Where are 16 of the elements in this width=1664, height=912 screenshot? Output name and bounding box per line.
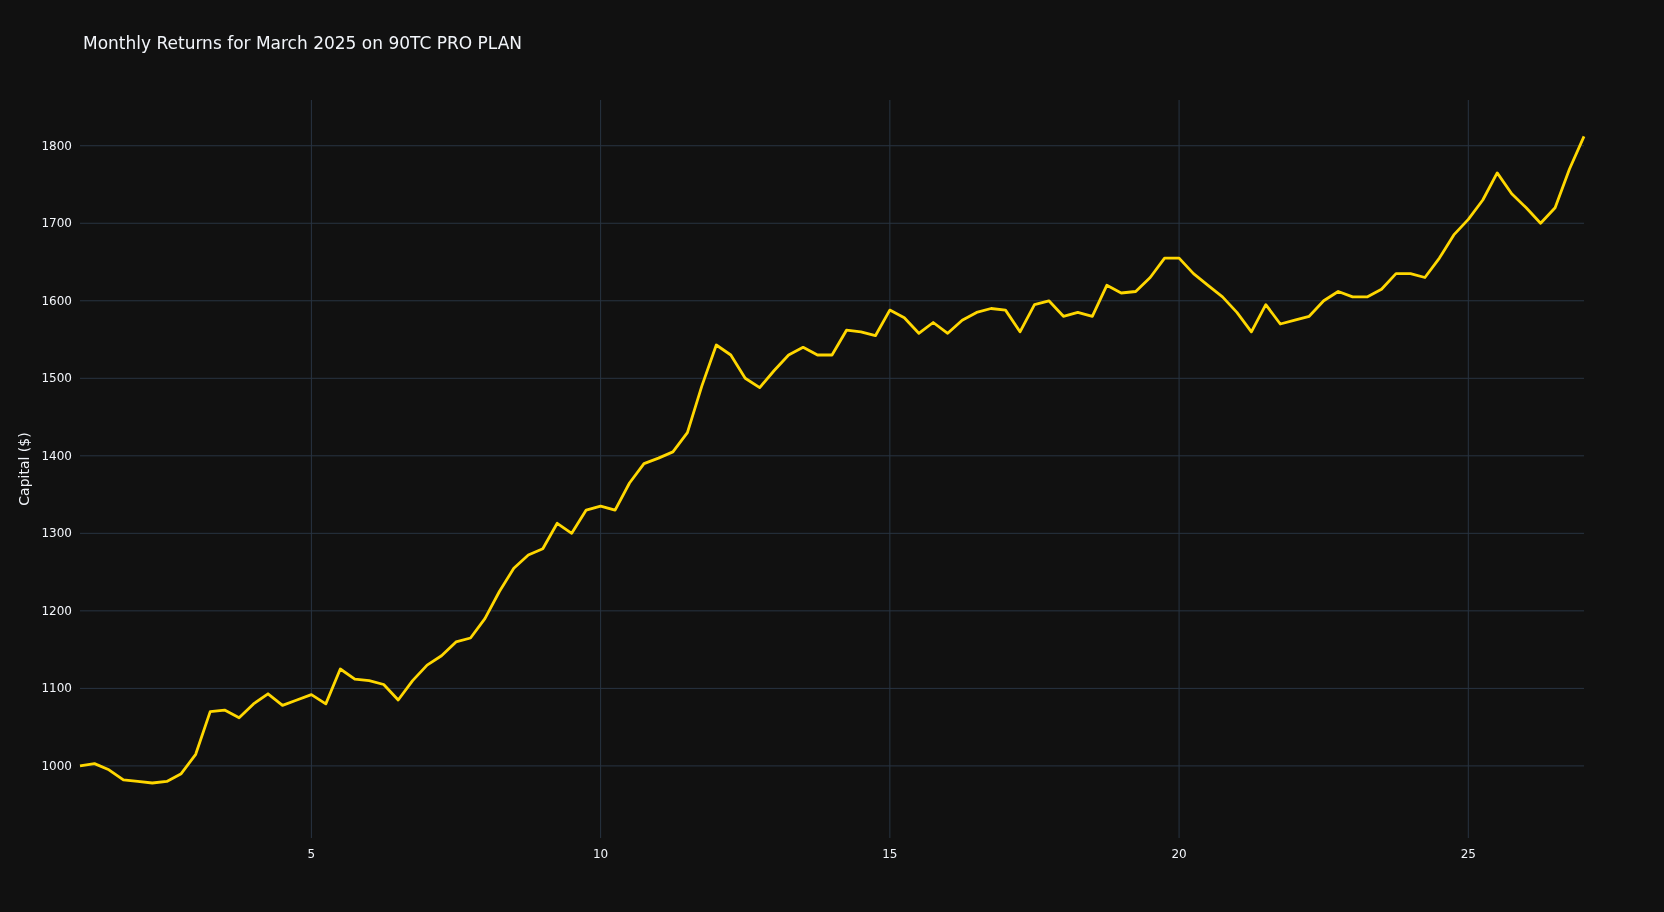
tick-label: 1200: [41, 603, 72, 618]
tick-label: 15: [882, 847, 898, 861]
tick-label: 1700: [41, 216, 72, 231]
tick-label: 5: [307, 847, 316, 861]
tick-label: 1100: [41, 681, 72, 696]
tick-label: 25: [1460, 847, 1476, 861]
y-axis-label: Capital ($): [16, 432, 32, 506]
tick-label: 1600: [41, 293, 72, 308]
tick-label: 1000: [41, 758, 72, 773]
tick-label: 1300: [41, 526, 72, 541]
chart-title: Monthly Returns for March 2025 on 90TC PRO PLAN: [83, 33, 522, 53]
tick-label: 10: [592, 847, 609, 861]
tick-label: 1800: [41, 138, 72, 153]
tick-label: 20: [1171, 847, 1187, 861]
tick-label: 1400: [41, 448, 72, 463]
tick-label: 1500: [41, 371, 72, 386]
